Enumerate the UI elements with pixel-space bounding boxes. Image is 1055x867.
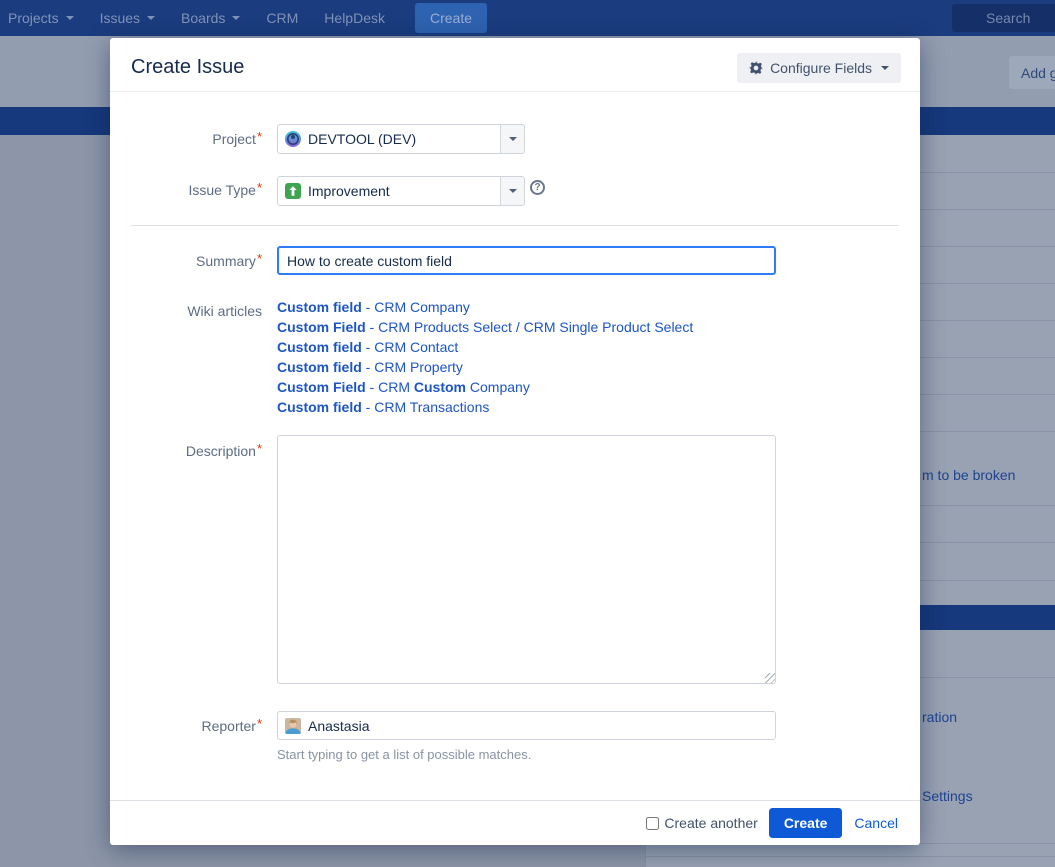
dialog-title: Create Issue — [131, 56, 244, 79]
wiki-article-link[interactable]: Custom Field - CRM Products Select / CRM… — [277, 317, 717, 337]
wiki-article-link[interactable]: Custom field - CRM Transactions — [277, 397, 717, 417]
required-indicator: * — [257, 129, 262, 144]
project-select[interactable]: DEVTOOL (DEV) — [277, 124, 525, 154]
dialog-header: Create Issue Configure Fields — [110, 38, 920, 92]
wiki-article-link[interactable]: Custom Field - CRM Custom Company — [277, 377, 717, 397]
nav-item-helpdesk[interactable]: HelpDesk — [324, 10, 385, 26]
form-divider — [131, 225, 899, 226]
configure-fields-button[interactable]: Configure Fields — [737, 53, 901, 83]
wiki-article-link[interactable]: Custom field - CRM Contact — [277, 337, 717, 357]
project-select-value: DEVTOOL (DEV) — [308, 131, 416, 147]
create-another-checkbox[interactable] — [646, 817, 659, 830]
screen: Projects Issues Boards CRM HelpDesk Crea… — [0, 0, 1055, 867]
project-avatar-icon — [285, 131, 301, 147]
chevron-down-icon — [147, 16, 155, 20]
reporter-input[interactable]: Anastasia — [277, 711, 776, 740]
create-issue-dialog: Create Issue Configure Fields Project* — [110, 38, 920, 845]
issue-type-help-icon[interactable]: ? — [530, 180, 545, 195]
textarea-resize-handle[interactable] — [765, 673, 775, 683]
wiki-article-link[interactable]: Custom field - CRM Property — [277, 357, 717, 377]
description-textarea[interactable] — [277, 435, 776, 684]
gear-icon — [749, 61, 763, 75]
summary-input[interactable] — [277, 246, 776, 275]
wiki-articles-label: Wiki articles — [110, 303, 262, 319]
dialog-footer: Create another Create Cancel — [110, 800, 920, 845]
background-issue-link[interactable]: m to be broken — [922, 467, 1015, 483]
issue-type-select-dropdown-button[interactable] — [500, 177, 524, 205]
add-gadget-button[interactable]: Add g — [1009, 56, 1055, 89]
cancel-link[interactable]: Cancel — [854, 815, 898, 831]
issue-type-select-value: Improvement — [308, 183, 390, 199]
description-label: Description* — [110, 443, 262, 460]
required-indicator: * — [257, 716, 262, 731]
create-button[interactable]: Create — [769, 808, 843, 838]
required-indicator: * — [257, 251, 262, 266]
project-label: Project* — [110, 131, 262, 148]
search-input[interactable] — [952, 4, 1055, 32]
wiki-articles-list: Custom field - CRM CompanyCustom Field -… — [277, 297, 717, 417]
reporter-label: Reporter* — [110, 718, 262, 735]
chevron-down-icon — [509, 189, 517, 193]
required-indicator: * — [257, 441, 262, 456]
nav-item-crm[interactable]: CRM — [266, 10, 298, 26]
nav-item-boards[interactable]: Boards — [181, 10, 240, 26]
background-configuration-link[interactable]: ration — [922, 709, 957, 725]
nav-create-button[interactable]: Create — [415, 3, 487, 33]
summary-label: Summary* — [110, 253, 262, 270]
chevron-down-icon — [881, 66, 889, 70]
reporter-avatar — [285, 718, 301, 734]
wiki-article-link[interactable]: Custom field - CRM Company — [277, 297, 717, 317]
improvement-icon — [285, 183, 301, 199]
project-select-dropdown-button[interactable] — [500, 125, 524, 153]
table-row-divider — [646, 856, 1055, 857]
create-another-label: Create another — [664, 815, 757, 831]
nav-item-issues[interactable]: Issues — [100, 10, 155, 26]
nav-item-projects[interactable]: Projects — [8, 10, 74, 26]
reporter-value: Anastasia — [308, 718, 369, 734]
background-settings-link[interactable]: Settings — [922, 788, 973, 804]
required-indicator: * — [257, 180, 262, 195]
create-another-option: Create another — [646, 815, 757, 831]
issue-type-label: Issue Type* — [110, 182, 262, 199]
chevron-down-icon — [232, 16, 240, 20]
issue-type-select[interactable]: Improvement — [277, 176, 525, 206]
chevron-down-icon — [66, 16, 74, 20]
reporter-help-text: Start typing to get a list of possible m… — [277, 747, 531, 762]
top-nav-bar: Projects Issues Boards CRM HelpDesk Crea… — [0, 0, 1055, 36]
chevron-down-icon — [509, 137, 517, 141]
